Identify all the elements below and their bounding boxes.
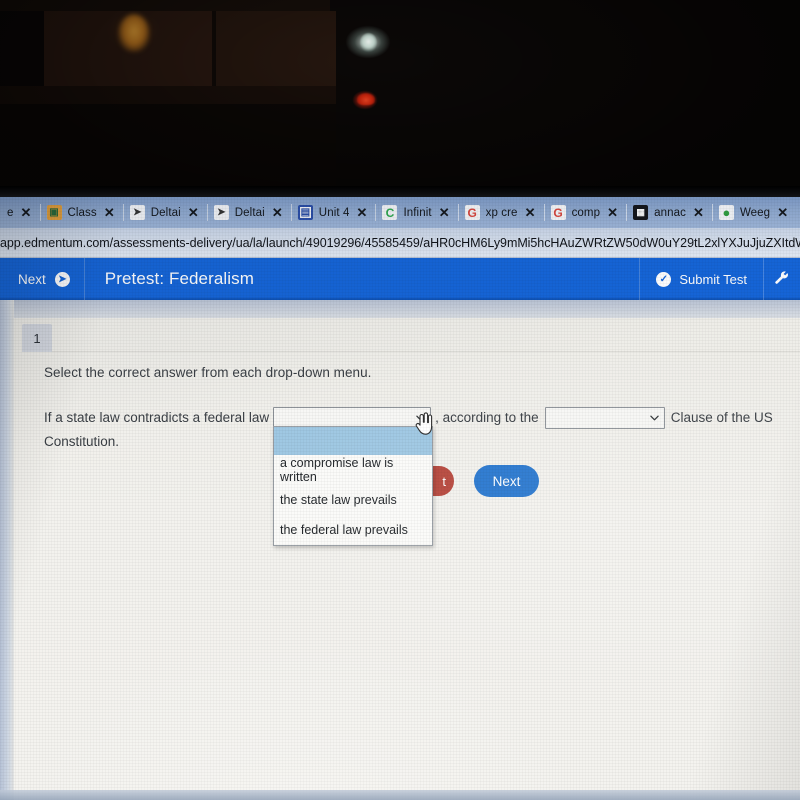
close-icon[interactable]: ✕ xyxy=(20,206,33,219)
tab-title: Weeg xyxy=(739,206,771,219)
answer-select-1-dropdown[interactable]: a compromise law is written the state la… xyxy=(273,426,433,546)
wrench-icon[interactable] xyxy=(764,258,800,300)
room-photo-background xyxy=(0,0,800,196)
url-text: app.edmentum.com/assessments-delivery/ua… xyxy=(0,235,800,250)
annac-icon: ▦ xyxy=(633,205,649,220)
browser-tab-strip[interactable]: e ✕ ▣ Class ✕ ➤ Deltai ✕ ➤ Deltai ✕ ▤ Un… xyxy=(0,197,800,228)
question-card: 1 Select the correct answer from each dr… xyxy=(14,318,800,800)
answer-select-2[interactable] xyxy=(544,407,665,429)
close-icon[interactable]: ✕ xyxy=(524,206,537,219)
question-text-middle: , according to the xyxy=(435,410,539,425)
question-instruction: Select the correct answer from each drop… xyxy=(44,365,372,380)
header-next-label: Next xyxy=(18,271,46,287)
dropdown-option[interactable]: the state law prevails xyxy=(274,485,432,515)
dropdown-option[interactable] xyxy=(274,427,432,455)
close-icon[interactable]: ✕ xyxy=(606,206,619,219)
close-icon[interactable]: ✕ xyxy=(271,206,284,219)
close-icon[interactable]: ✕ xyxy=(776,206,789,219)
app-header: Next ➤ Pretest: Federalism ✓ Submit Test xyxy=(0,258,800,300)
chevron-down-icon[interactable] xyxy=(649,415,659,421)
canvas-c-icon: C xyxy=(382,205,398,220)
room-vignette xyxy=(0,0,800,196)
next-button[interactable]: Next xyxy=(474,465,539,497)
header-right-group: ✓ Submit Test xyxy=(639,258,800,300)
check-circle-icon: ✓ xyxy=(656,271,672,287)
tab-title: Unit 4 xyxy=(318,206,350,219)
question-number-badge: 1 xyxy=(22,324,52,352)
tab-title: Deltai xyxy=(150,206,181,219)
delta-icon: ➤ xyxy=(213,205,229,220)
question-divider xyxy=(52,351,800,352)
header-next-button[interactable]: Next ➤ xyxy=(0,258,84,300)
close-icon[interactable]: ✕ xyxy=(438,206,451,219)
tab-title: Deltai xyxy=(234,206,265,219)
google-g-icon: G xyxy=(464,205,480,220)
browser-tab[interactable]: ➤ Deltai ✕ xyxy=(122,197,207,228)
next-button-label: Next xyxy=(492,473,521,489)
browser-tab[interactable]: ▣ Class ✕ xyxy=(39,197,123,228)
page-left-gutter xyxy=(0,300,14,800)
weegy-icon: ● xyxy=(718,205,734,220)
tab-title: Infinit xyxy=(403,206,432,219)
close-icon[interactable]: ✕ xyxy=(187,206,200,219)
reset-button-label: t xyxy=(442,473,446,489)
question-text-after: Clause of the US xyxy=(670,410,773,425)
screenshot-root: e ✕ ▣ Class ✕ ➤ Deltai ✕ ➤ Deltai ✕ ▤ Un… xyxy=(0,0,800,800)
tab-title: Class xyxy=(67,206,97,219)
tab-title: annac xyxy=(654,206,686,219)
browser-address-bar[interactable]: app.edmentum.com/assessments-delivery/ua… xyxy=(0,228,800,258)
browser-tab[interactable]: e ✕ xyxy=(0,197,40,228)
close-icon[interactable]: ✕ xyxy=(692,206,705,219)
page-title: Pretest: Federalism xyxy=(104,269,255,288)
question-text-before: If a state law contradicts a federal law xyxy=(44,410,270,425)
close-icon[interactable]: ✕ xyxy=(355,206,368,219)
close-icon[interactable]: ✕ xyxy=(103,206,116,219)
submit-test-label: Submit Test xyxy=(679,271,747,287)
dropdown-option[interactable]: the federal law prevails xyxy=(274,515,432,545)
browser-tab[interactable]: C Infinit ✕ xyxy=(375,197,457,228)
browser-tab[interactable]: G comp ✕ xyxy=(543,197,627,228)
tab-title: comp xyxy=(571,206,601,219)
screen-bottom-edge xyxy=(0,790,800,800)
tab-title: xp cre xyxy=(485,206,518,219)
class-icon: ▣ xyxy=(46,205,62,220)
google-g-icon: G xyxy=(550,205,566,220)
arrow-right-circle-icon: ➤ xyxy=(54,271,70,287)
browser-tab[interactable]: G xp cre ✕ xyxy=(457,197,544,228)
browser-tab[interactable]: ● Weeg ✕ xyxy=(711,197,796,228)
unit-icon: ▤ xyxy=(297,205,313,220)
dropdown-option[interactable]: a compromise law is written xyxy=(274,455,432,485)
question-text-last-line: Constitution. xyxy=(44,434,120,449)
browser-tab[interactable]: ▤ Unit 4 ✕ xyxy=(290,197,376,228)
tab-title: e xyxy=(7,206,14,219)
delta-icon: ➤ xyxy=(129,205,145,220)
submit-test-button[interactable]: ✓ Submit Test xyxy=(640,258,763,300)
browser-tab[interactable]: ▦ annac ✕ xyxy=(626,197,712,228)
chevron-down-icon[interactable] xyxy=(416,415,425,421)
browser-tab[interactable]: ➤ Deltai ✕ xyxy=(206,197,291,228)
